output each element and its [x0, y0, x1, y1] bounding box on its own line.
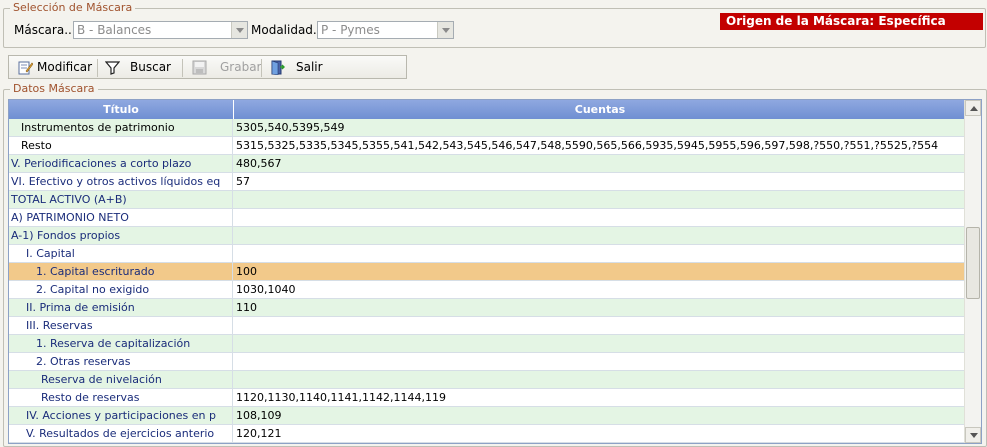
cuentas-cell[interactable]	[233, 335, 966, 352]
grabar-button[interactable]: Grabar	[192, 59, 262, 76]
cuentas-cell[interactable]: 480,567	[233, 155, 966, 172]
cuentas-cell[interactable]: 57	[233, 173, 966, 190]
table-row[interactable]: IV. Acciones y participaciones en p 108,1…	[9, 407, 966, 425]
table-row[interactable]: V. Resultados de ejercicios anterio 120,1…	[9, 425, 966, 443]
table-row[interactable]: Instrumentos de patrimonio 5305,540,5395,…	[9, 119, 966, 137]
titulo-cell[interactable]: V. Periodificaciones a corto plazo	[9, 155, 233, 172]
modificar-label: Modificar	[37, 60, 93, 74]
modalidad-select[interactable]: P - Pymes	[317, 21, 454, 39]
column-header-cuentas[interactable]: Cuentas	[234, 100, 966, 119]
toolbar-separator	[182, 59, 183, 77]
table-row[interactable]: A) PATRIMONIO NETO	[9, 209, 966, 227]
chevron-down-icon[interactable]	[231, 22, 247, 38]
buscar-button[interactable]: Buscar	[105, 59, 171, 76]
table-row[interactable]: Reserva de nivelación	[9, 371, 966, 389]
titulo-cell[interactable]: Resto de reservas	[9, 389, 233, 406]
titulo-cell[interactable]: VI. Efectivo y otros activos líquidos eq	[9, 173, 233, 190]
cuentas-cell[interactable]	[233, 353, 966, 370]
modalidad-value: P - Pymes	[321, 23, 380, 37]
seleccion-legend: Selección de Máscara	[10, 1, 136, 15]
mascara-select[interactable]: B - Balances	[73, 21, 248, 39]
titulo-cell[interactable]: 1. Capital escriturado	[9, 263, 233, 280]
titulo-cell[interactable]: IV. Acciones y participaciones en p	[9, 407, 233, 424]
titulo-cell[interactable]: TOTAL ACTIVO (A+B)	[9, 191, 233, 208]
chevron-down-icon[interactable]	[437, 22, 453, 38]
datos-legend: Datos Máscara	[10, 82, 98, 96]
titulo-cell[interactable]: 2. Otras reservas	[9, 353, 233, 370]
table-row[interactable]: 1. Capital escriturado 100	[9, 263, 966, 281]
vertical-scrollbar[interactable]	[964, 100, 981, 443]
scroll-down-icon[interactable]	[965, 427, 981, 443]
toolbar-separator	[97, 59, 98, 77]
mascara-label: Máscara..	[14, 23, 72, 37]
cuentas-cell[interactable]: 5315,5325,5335,5345,5355,541,542,543,545…	[233, 137, 966, 154]
table-row[interactable]: V. Periodificaciones a corto plazo 480,56…	[9, 155, 966, 173]
grid-body: Instrumentos de patrimonio 5305,540,5395,…	[9, 119, 966, 443]
cuentas-cell[interactable]	[233, 317, 966, 334]
cuentas-cell[interactable]: 1120,1130,1140,1141,1142,1144,119	[233, 389, 966, 406]
titulo-cell[interactable]: II. Prima de emisión	[9, 299, 233, 316]
titulo-cell[interactable]: Resto	[9, 137, 233, 154]
scrollbar-thumb[interactable]	[966, 227, 980, 299]
titulo-cell[interactable]: A) PATRIMONIO NETO	[9, 209, 233, 226]
titulo-cell[interactable]: V. Resultados de ejercicios anterio	[9, 425, 233, 442]
table-row[interactable]: 1. Reserva de capitalización	[9, 335, 966, 353]
table-row[interactable]: TOTAL ACTIVO (A+B)	[9, 191, 966, 209]
cuentas-cell[interactable]	[233, 245, 966, 262]
salir-label: Salir	[296, 60, 323, 74]
titulo-cell[interactable]: I. Capital	[9, 245, 233, 262]
cuentas-cell[interactable]: 100	[233, 263, 966, 280]
titulo-cell[interactable]: Instrumentos de patrimonio	[9, 119, 233, 136]
titulo-cell[interactable]: A-1) Fondos propios	[9, 227, 233, 244]
cuentas-cell[interactable]	[233, 227, 966, 244]
save-icon	[192, 60, 207, 75]
toolbar-separator	[261, 59, 262, 77]
cuentas-cell[interactable]: 110	[233, 299, 966, 316]
table-row[interactable]: 2. Capital no exigido 1030,1040	[9, 281, 966, 299]
cuentas-cell[interactable]: 108,109	[233, 407, 966, 424]
grabar-label: Grabar	[220, 60, 262, 74]
titulo-cell[interactable]: 1. Reserva de capitalización	[9, 335, 233, 352]
table-row[interactable]: Resto 5315,5325,5335,5345,5355,541,542,54…	[9, 137, 966, 155]
cuentas-cell[interactable]: 5305,540,5395,549	[233, 119, 966, 136]
modalidad-label: Modalidad..	[251, 23, 321, 37]
cuentas-cell[interactable]: 120,121	[233, 425, 966, 442]
grid-header: Título Cuentas	[9, 100, 966, 119]
datos-grid: Título Cuentas Instrumentos de patrimoni…	[8, 99, 982, 444]
mascara-value: B - Balances	[77, 23, 152, 37]
exit-door-icon	[271, 60, 285, 75]
toolbar: Modificar Buscar Grabar Salir	[8, 55, 407, 79]
table-row[interactable]: VI. Efectivo y otros activos líquidos eq…	[9, 173, 966, 191]
table-row[interactable]: Resto de reservas 1120,1130,1140,1141,114…	[9, 389, 966, 407]
cuentas-cell[interactable]	[233, 191, 966, 208]
table-row[interactable]: 2. Otras reservas	[9, 353, 966, 371]
origen-mascara-badge: Origen de la Máscara: Específica	[720, 13, 983, 30]
salir-button[interactable]: Salir	[270, 59, 325, 76]
cuentas-cell[interactable]	[233, 371, 966, 388]
titulo-cell[interactable]: III. Reservas	[9, 317, 233, 334]
scroll-up-icon[interactable]	[965, 100, 981, 116]
modificar-button[interactable]: Modificar	[18, 59, 100, 76]
buscar-label: Buscar	[130, 60, 171, 74]
filter-icon	[105, 61, 120, 75]
cuentas-cell[interactable]	[233, 209, 966, 226]
cuentas-cell[interactable]: 1030,1040	[233, 281, 966, 298]
table-row[interactable]: I. Capital	[9, 245, 966, 263]
edit-icon	[18, 61, 33, 75]
table-row[interactable]: II. Prima de emisión 110	[9, 299, 966, 317]
column-header-titulo[interactable]: Título	[9, 100, 234, 119]
table-row[interactable]: III. Reservas	[9, 317, 966, 335]
titulo-cell[interactable]: 2. Capital no exigido	[9, 281, 233, 298]
table-row[interactable]: A-1) Fondos propios	[9, 227, 966, 245]
titulo-cell[interactable]: Reserva de nivelación	[9, 371, 233, 388]
